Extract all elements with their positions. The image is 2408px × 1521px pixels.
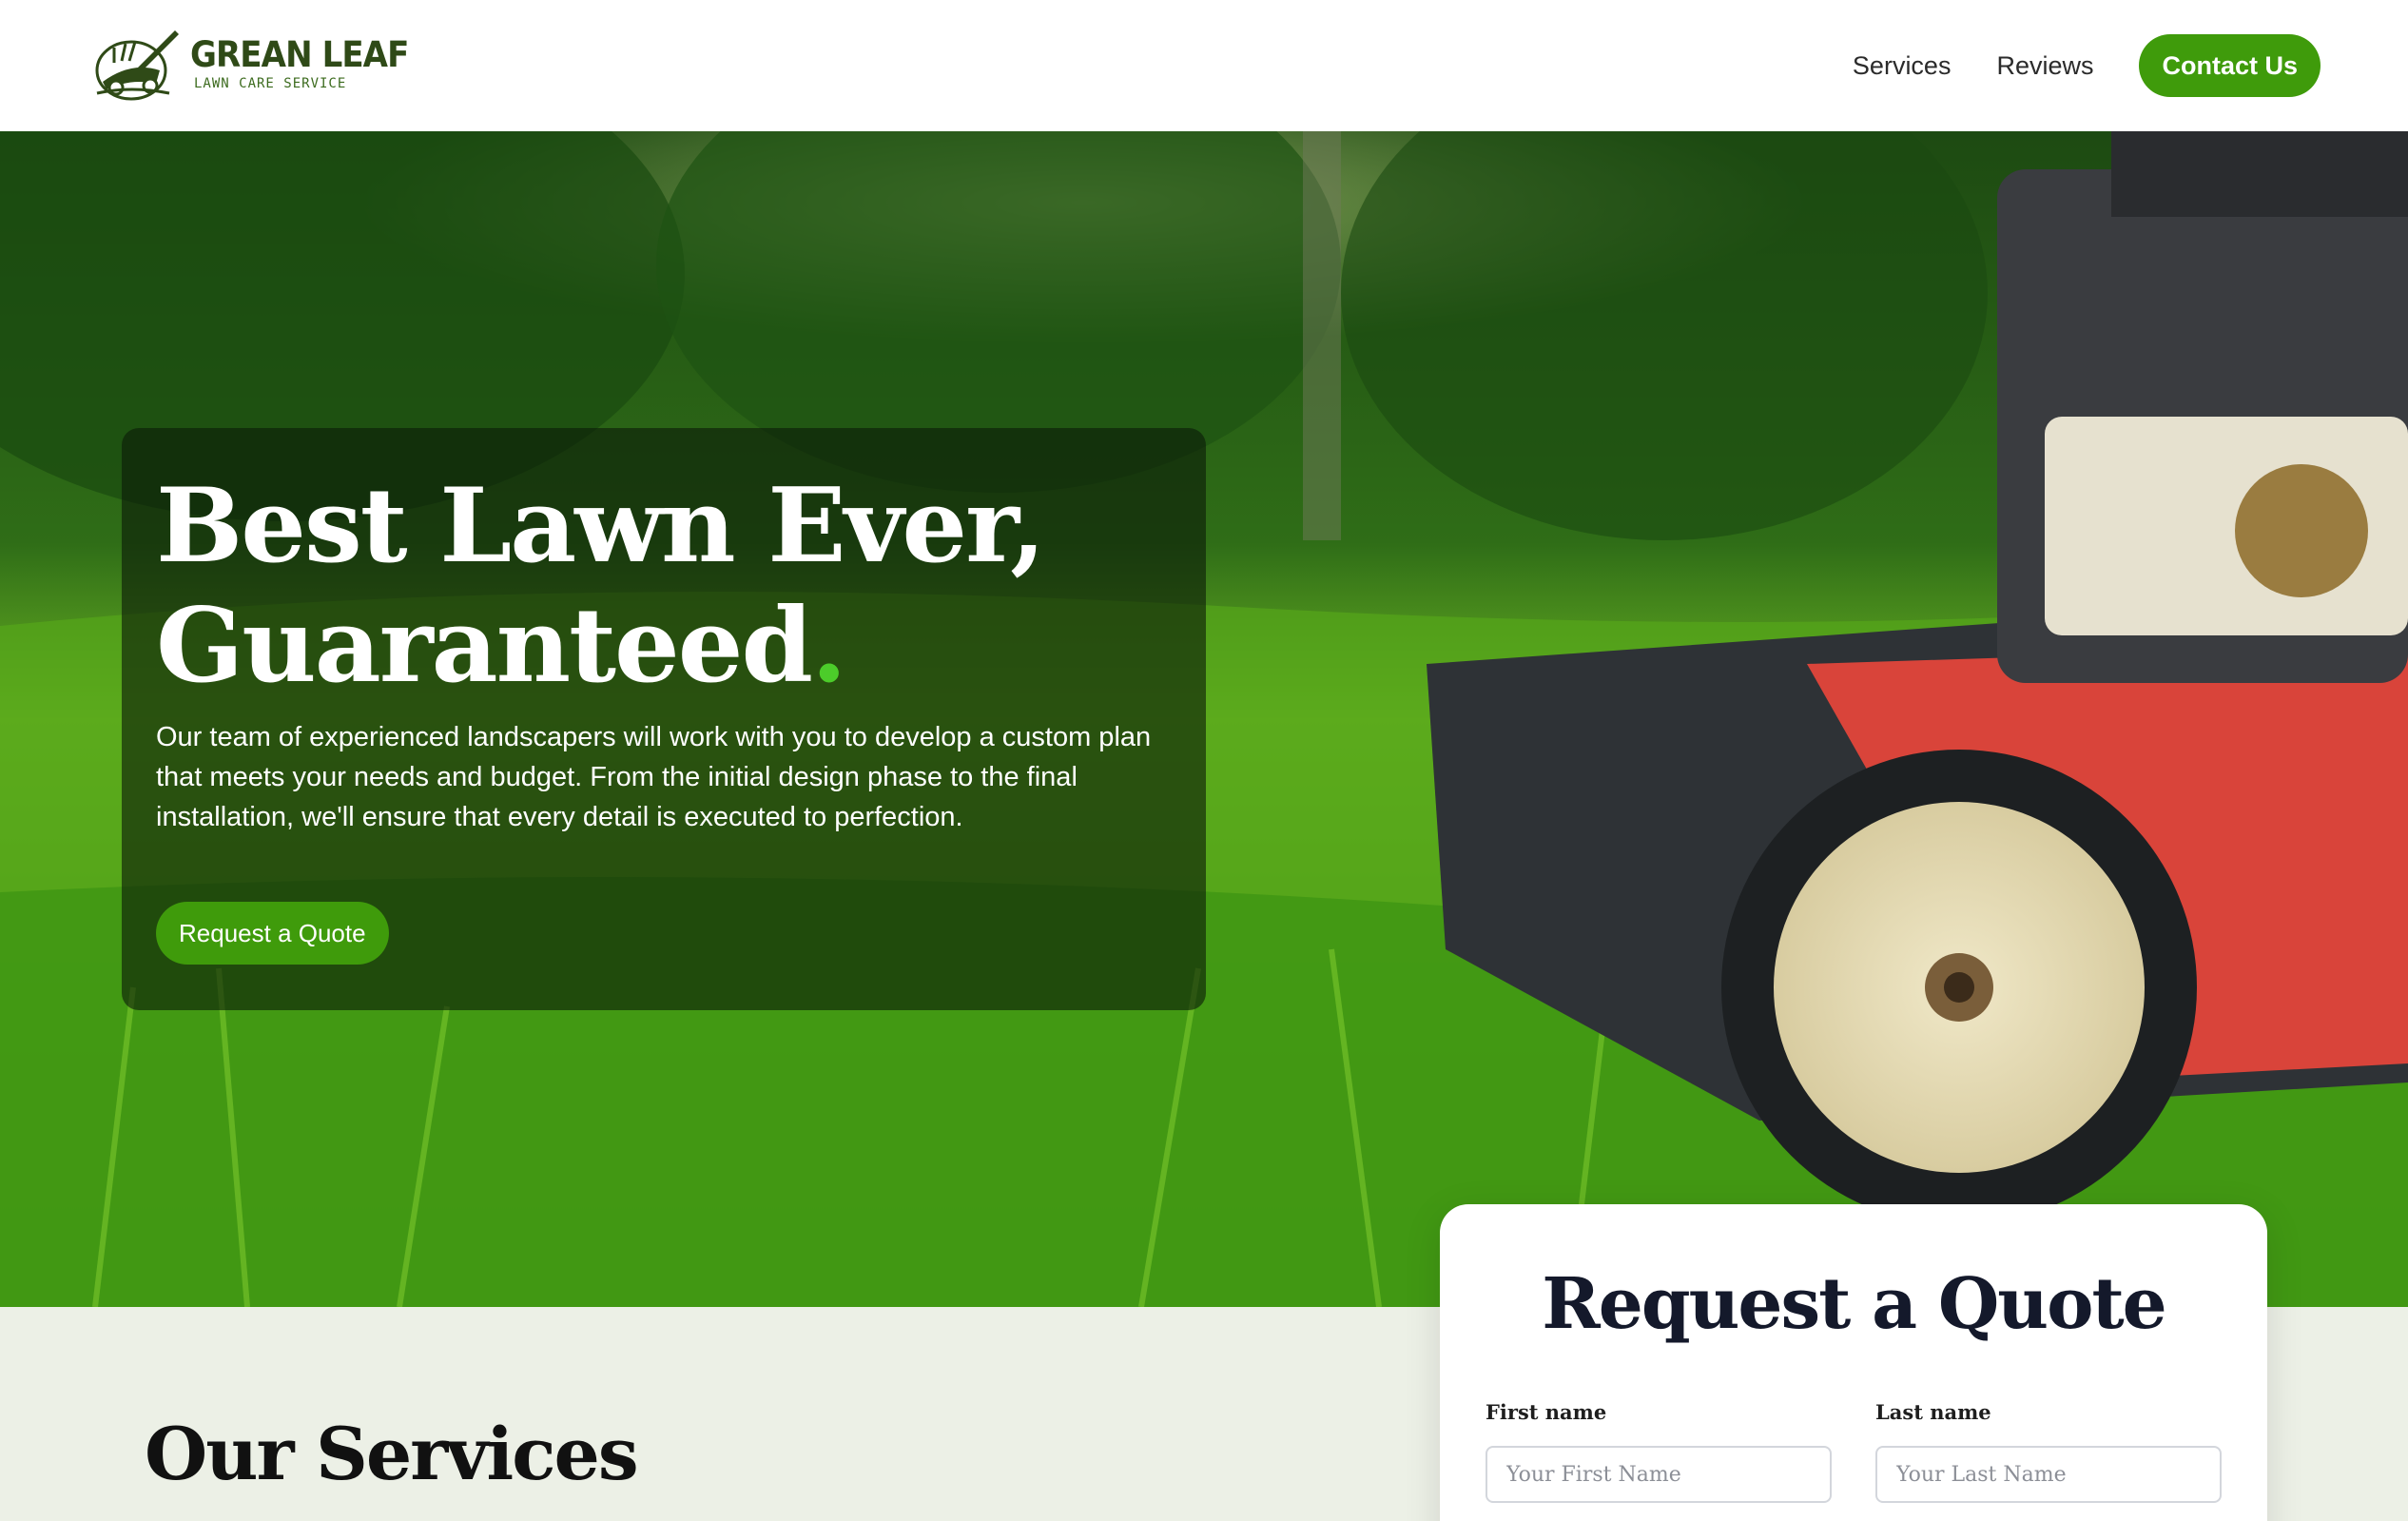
nav-link-services[interactable]: Services [1853,51,1952,81]
hero-card: Best Lawn Ever, Guaranteed. Our team of … [122,428,1206,1010]
main-nav: Services Reviews Contact Us [1853,34,2321,97]
quote-form-card: Request a Quote First name Last name [1440,1204,2267,1521]
hero-headline-dot: . [810,586,847,706]
hero-headline: Best Lawn Ever, Guaranteed. [156,466,1183,706]
logo-title: GREAN LEAF [190,34,409,75]
last-name-input[interactable] [1875,1446,2222,1503]
mower-logo-icon [95,30,179,101]
hero-headline-line1: Best Lawn Ever, [156,466,1046,586]
first-name-label: First name [1486,1400,1607,1424]
hero-request-quote-button[interactable]: Request a Quote [156,902,389,965]
quote-form-title: Request a Quote [1542,1263,2166,1345]
hero-section: Best Lawn Ever, Guaranteed. Our team of … [0,131,2408,1307]
logo[interactable]: GREAN LEAF LAWN CARE SERVICE [93,23,427,105]
contact-us-button[interactable]: Contact Us [2139,34,2321,97]
logo-text: GREAN LEAF LAWN CARE SERVICE [190,34,427,92]
nav-link-reviews[interactable]: Reviews [1996,51,2093,81]
logo-subtitle: LAWN CARE SERVICE [194,76,347,91]
services-heading: Our Services [145,1412,639,1496]
last-name-label: Last name [1875,1400,1991,1424]
hero-headline-line2: Guaranteed [156,586,813,706]
hero-description: Our team of experienced landscapers will… [156,722,1152,832]
first-name-input[interactable] [1486,1446,1832,1503]
site-header: GREAN LEAF LAWN CARE SERVICE Services Re… [0,0,2408,131]
